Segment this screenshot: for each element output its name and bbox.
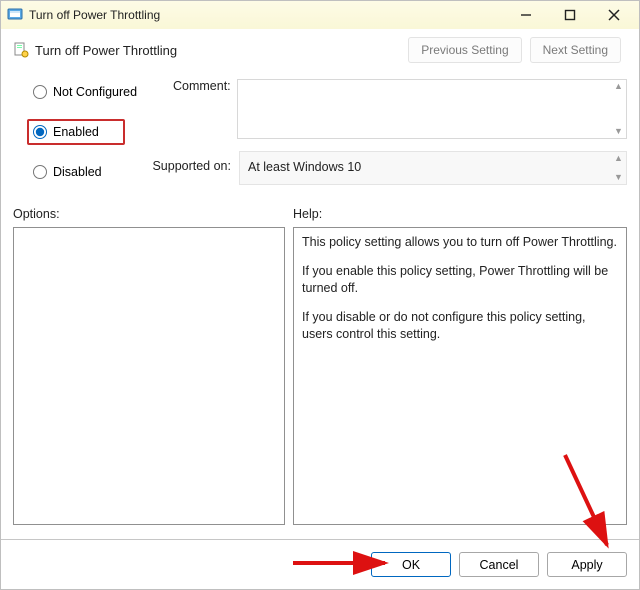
scroll-down-icon: ▼: [614, 127, 624, 136]
radio-not-configured[interactable]: Not Configured: [33, 85, 173, 99]
titlebar: Turn off Power Throttling: [1, 1, 639, 29]
window-title: Turn off Power Throttling: [29, 8, 511, 22]
supported-on-text: At least Windows 10: [248, 160, 361, 174]
help-paragraph: If you enable this policy setting, Power…: [302, 263, 618, 297]
policy-name: Turn off Power Throttling: [35, 43, 408, 58]
window-buttons: [511, 5, 629, 25]
help-label: Help:: [293, 207, 627, 221]
scroll-up-icon: ▲: [614, 82, 624, 91]
scroll-up-icon: ▲: [614, 154, 624, 163]
state-radios: Not Configured Enabled Disabled: [13, 69, 173, 193]
policy-item-icon: [13, 42, 29, 58]
previous-setting-button[interactable]: Previous Setting: [408, 37, 521, 63]
radio-disabled-label: Disabled: [53, 165, 102, 179]
policy-dialog: Turn off Power Throttling Turn off Power…: [0, 0, 640, 590]
radio-disabled-input[interactable]: [33, 165, 47, 179]
help-paragraph: This policy setting allows you to turn o…: [302, 234, 618, 251]
maximize-button[interactable]: [555, 5, 585, 25]
supported-on-label: Supported on:: [147, 151, 239, 173]
minimize-button[interactable]: [511, 5, 541, 25]
supported-on-box: At least Windows 10 ▲ ▼: [239, 151, 627, 185]
options-label: Options:: [13, 207, 285, 221]
radio-enabled-input[interactable]: [33, 125, 47, 139]
options-box: [13, 227, 285, 525]
dialog-footer: OK Cancel Apply: [1, 539, 639, 589]
comment-textarea[interactable]: ▲ ▼: [237, 79, 627, 139]
help-paragraph: If you disable or do not configure this …: [302, 309, 618, 343]
radio-enabled[interactable]: Enabled: [27, 119, 125, 145]
help-box: This policy setting allows you to turn o…: [293, 227, 627, 525]
ok-button[interactable]: OK: [371, 552, 451, 577]
radio-not-configured-label: Not Configured: [53, 85, 137, 99]
apply-button[interactable]: Apply: [547, 552, 627, 577]
nav-buttons: Previous Setting Next Setting: [408, 37, 621, 63]
radio-not-configured-input[interactable]: [33, 85, 47, 99]
scroll-down-icon: ▼: [614, 173, 624, 182]
radio-enabled-label: Enabled: [53, 125, 99, 139]
policy-icon: [7, 7, 23, 23]
close-button[interactable]: [599, 5, 629, 25]
content-area: Not Configured Enabled Disabled Comment:…: [1, 65, 639, 193]
lower-panels: Options: Help: This policy setting allow…: [1, 207, 639, 525]
comment-label: Comment:: [173, 79, 237, 93]
subtitle-row: Turn off Power Throttling Previous Setti…: [1, 29, 639, 65]
cancel-button[interactable]: Cancel: [459, 552, 539, 577]
next-setting-button[interactable]: Next Setting: [530, 37, 621, 63]
